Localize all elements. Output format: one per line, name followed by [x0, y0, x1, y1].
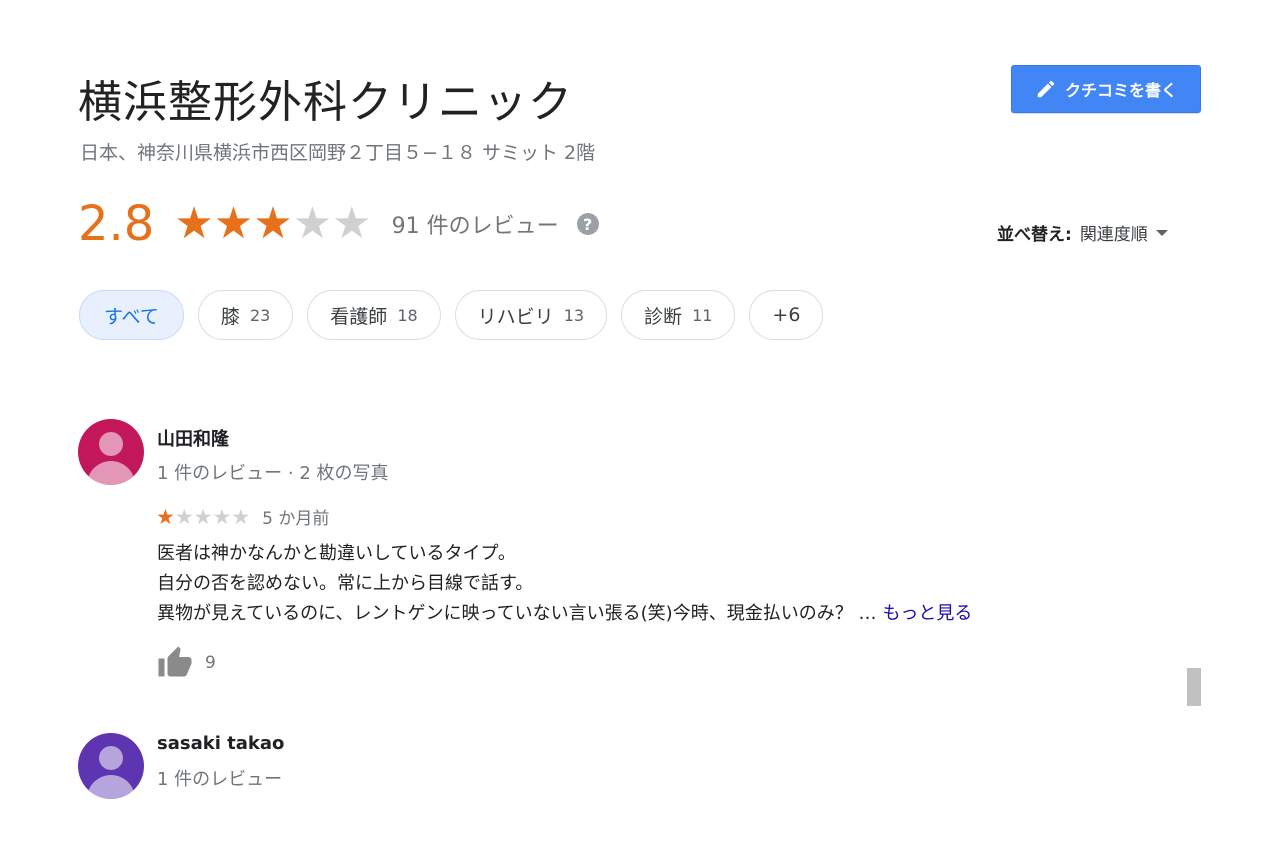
review-line: 異物が見えているのに、レントゲンに映っていない言い張る(笑)今時、現金払いのみ？: [157, 603, 853, 624]
chip-label: リハビリ: [477, 305, 554, 328]
star-icon: ★: [231, 504, 251, 529]
chip-label: +6: [772, 304, 801, 326]
reviewer-name[interactable]: sasaki takao: [157, 733, 284, 754]
ellipsis: …: [858, 603, 877, 624]
place-title: 横浜整形外科クリニック: [78, 77, 573, 128]
sort-label: 並べ替え:: [997, 225, 1072, 245]
pencil-icon: [1037, 80, 1055, 98]
thumbs-up-icon: [158, 646, 192, 677]
like-button[interactable]: 9: [157, 645, 216, 681]
chip-label: すべて: [104, 305, 159, 328]
chip-label: 診断: [644, 305, 683, 328]
star-icon: ★: [213, 198, 254, 249]
more-link[interactable]: もっと見る: [882, 603, 972, 624]
chip-label: 看護師: [330, 305, 388, 328]
rating-summary: 2.8 ★ ★ ★ ★ ★ 91 件のレビュー ?: [78, 196, 599, 252]
reviews-panel: 横浜整形外科クリニック 日本、神奈川県横浜市西区岡野２丁目５−１８ サミット 2…: [0, 0, 1280, 853]
avatar[interactable]: [78, 419, 144, 485]
review-line-last: 異物が見えているのに、レントゲンに映っていない言い張る(笑)今時、現金払いのみ？…: [157, 599, 972, 629]
chip-diagnosis[interactable]: 診断 11: [621, 290, 736, 340]
reviewer-name[interactable]: 山田和隆: [157, 425, 229, 451]
like-count: 9: [205, 653, 216, 673]
chip-more[interactable]: +6: [749, 290, 824, 340]
sort-value: 関連度順: [1079, 225, 1148, 245]
review-line: 自分の否を認めない。常に上から目線で話す。: [157, 573, 534, 594]
star-icon: ★: [332, 198, 372, 249]
chip-count: 23: [249, 305, 271, 325]
sort-dropdown[interactable]: 並べ替え: 関連度順: [997, 220, 1168, 245]
caret-down-icon: [1155, 229, 1168, 236]
star-icon: ★: [174, 504, 194, 529]
review-line: 医者は神かなんかと勘違いしているタイプ。: [157, 543, 516, 564]
review-time: 5 か月前: [262, 509, 330, 529]
star-icon: ★: [174, 198, 214, 249]
review-text: 医者は神かなんかと勘違いしているタイプ。 自分の否を認めない。常に上から目線で話…: [157, 539, 972, 629]
review-rating: ★ ★ ★ ★ ★ 5 か月前: [156, 504, 330, 530]
star-icon: ★: [212, 504, 232, 529]
chip-nurse[interactable]: 看護師 18: [307, 290, 441, 340]
review-count: 91 件のレビュー: [391, 214, 559, 239]
chip-count: 11: [692, 305, 713, 325]
chip-count: 13: [563, 305, 585, 325]
chip-all[interactable]: すべて: [79, 290, 184, 340]
star-icon: ★: [193, 504, 213, 529]
scrollbar-thumb[interactable]: [1187, 668, 1201, 706]
help-icon[interactable]: ?: [576, 213, 599, 235]
star-icon: ★: [253, 198, 293, 249]
chip-label: 膝: [220, 305, 240, 328]
star-icon: ★: [156, 504, 175, 529]
reviewer-meta[interactable]: 1 件のレビュー · 2 枚の写真: [157, 459, 389, 485]
chip-count: 18: [397, 305, 418, 325]
topic-filter-chips: すべて 膝 23 看護師 18 リハビリ 13 診断 11 +6: [79, 290, 824, 340]
chip-knee[interactable]: 膝 23: [197, 290, 294, 340]
rating-stars: ★ ★ ★ ★ ★: [174, 202, 371, 246]
write-review-button[interactable]: クチコミを書く: [1011, 65, 1201, 113]
star-icon: ★: [292, 198, 333, 249]
avatar[interactable]: [78, 733, 144, 799]
rating-value: 2.8: [78, 196, 155, 252]
chip-rehab[interactable]: リハビリ 13: [454, 290, 608, 340]
write-review-label: クチコミを書く: [1064, 81, 1177, 100]
place-address: 日本、神奈川県横浜市西区岡野２丁目５−１８ サミット 2階: [80, 142, 596, 164]
reviewer-meta[interactable]: 1 件のレビュー: [157, 765, 282, 791]
